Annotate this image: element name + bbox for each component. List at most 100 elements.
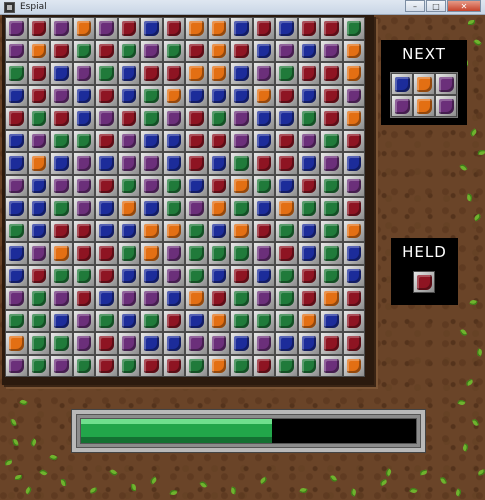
board-cell[interactable] [162,242,185,265]
minimize-button[interactable]: – [405,0,425,12]
board-cell[interactable] [342,174,365,197]
board-cell[interactable] [117,332,140,355]
board-cell[interactable] [297,309,320,332]
board-cell[interactable] [297,287,320,310]
board-cell[interactable] [207,287,230,310]
board-cell[interactable] [230,152,253,175]
board-cell[interactable] [27,107,50,130]
board-cell[interactable] [207,197,230,220]
board-cell[interactable] [185,62,208,85]
board-cell[interactable] [297,264,320,287]
board-cell[interactable] [50,39,73,62]
board-cell[interactable] [140,332,163,355]
board-cell[interactable] [342,17,365,40]
board-cell[interactable] [185,152,208,175]
board-cell[interactable] [252,152,275,175]
board-cell[interactable] [320,107,343,130]
board-cell[interactable] [162,129,185,152]
board-cell[interactable] [117,354,140,377]
board-cell[interactable] [50,174,73,197]
board-cell[interactable] [275,219,298,242]
board-cell[interactable] [5,174,28,197]
board-cell[interactable] [27,129,50,152]
board-cell[interactable] [252,309,275,332]
board-cell[interactable] [162,354,185,377]
board-cell[interactable] [230,197,253,220]
maximize-button[interactable]: □ [426,0,446,12]
board-cell[interactable] [162,264,185,287]
board-cell[interactable] [342,264,365,287]
board-cell[interactable] [117,39,140,62]
board-cell[interactable] [275,107,298,130]
board-cell[interactable] [185,287,208,310]
board-cell[interactable] [72,264,95,287]
board-cell[interactable] [140,17,163,40]
board-cell[interactable] [207,354,230,377]
board-cell[interactable] [297,332,320,355]
board-cell[interactable] [275,354,298,377]
board-cell[interactable] [95,129,118,152]
board-cell[interactable] [27,287,50,310]
game-board[interactable] [2,15,374,385]
board-cell[interactable] [185,264,208,287]
board-cell[interactable] [230,39,253,62]
board-cell[interactable] [50,287,73,310]
board-cell[interactable] [5,17,28,40]
board-cell[interactable] [95,62,118,85]
board-cell[interactable] [162,107,185,130]
board-cell[interactable] [140,62,163,85]
board-cell[interactable] [342,39,365,62]
held-piece-cell[interactable] [413,271,435,293]
board-cell[interactable] [275,332,298,355]
board-cell[interactable] [342,107,365,130]
board-cell[interactable] [252,17,275,40]
board-cell[interactable] [5,107,28,130]
board-cell[interactable] [5,309,28,332]
board-cell[interactable] [72,242,95,265]
board-cell[interactable] [230,287,253,310]
board-cell[interactable] [207,219,230,242]
board-cell[interactable] [117,152,140,175]
board-cell[interactable] [252,242,275,265]
board-cell[interactable] [230,62,253,85]
board-cell[interactable] [252,174,275,197]
board-cell[interactable] [162,309,185,332]
board-cell[interactable] [185,219,208,242]
board-cell[interactable] [185,84,208,107]
board-cell[interactable] [207,17,230,40]
board-cell[interactable] [95,287,118,310]
board-cell[interactable] [342,197,365,220]
board-cell[interactable] [5,84,28,107]
board-cell[interactable] [252,62,275,85]
board-cell[interactable] [297,107,320,130]
board-cell[interactable] [5,354,28,377]
board-cell[interactable] [342,62,365,85]
board-cell[interactable] [50,62,73,85]
board-cell[interactable] [230,129,253,152]
board-cell[interactable] [95,219,118,242]
board-cell[interactable] [72,174,95,197]
board-cell[interactable] [297,242,320,265]
board-cell[interactable] [320,174,343,197]
board-cell[interactable] [275,129,298,152]
board-cell[interactable] [252,84,275,107]
board-cell[interactable] [5,264,28,287]
board-cell[interactable] [140,84,163,107]
board-cell[interactable] [185,129,208,152]
board-cell[interactable] [207,62,230,85]
held-panel[interactable]: HELD [391,238,458,305]
close-button[interactable]: ✕ [447,0,481,12]
board-cell[interactable] [185,107,208,130]
board-cell[interactable] [230,17,253,40]
board-cell[interactable] [320,39,343,62]
board-cell[interactable] [275,264,298,287]
board-cell[interactable] [50,129,73,152]
board-cell[interactable] [342,332,365,355]
board-cell[interactable] [72,197,95,220]
board-cell[interactable] [320,332,343,355]
board-cell[interactable] [342,219,365,242]
board-cell[interactable] [207,174,230,197]
board-cell[interactable] [230,332,253,355]
board-cell[interactable] [297,129,320,152]
board-cell[interactable] [185,332,208,355]
